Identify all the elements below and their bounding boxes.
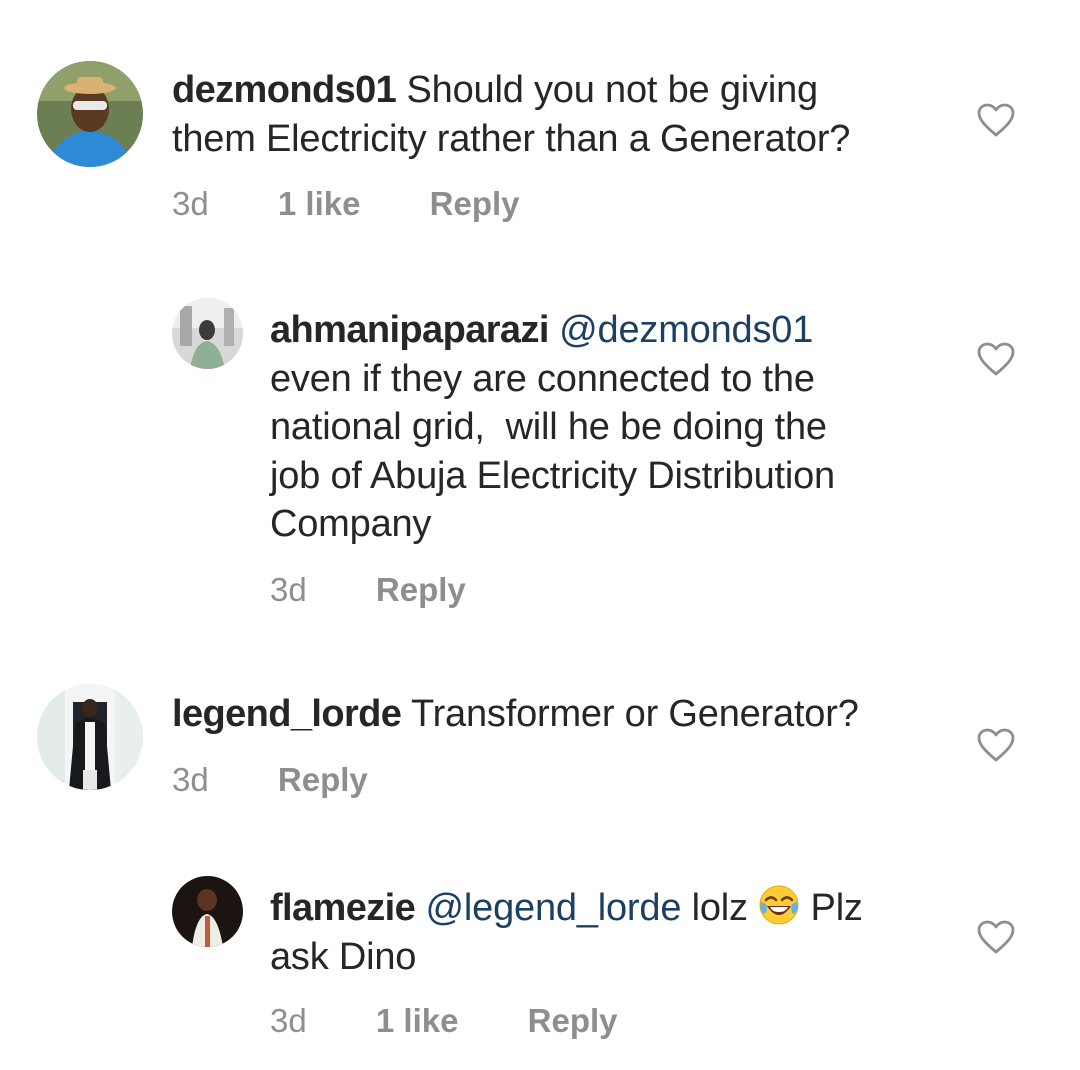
heart-icon[interactable]: [976, 919, 1016, 955]
comment-text: ahmanipaparazi @dezmonds01 even if they …: [270, 306, 950, 549]
heart-icon[interactable]: [976, 341, 1016, 377]
reply-button[interactable]: Reply: [528, 1001, 618, 1041]
comment-body-line1: even if they are connected to the: [270, 357, 815, 400]
comment-body-line3: job of Abuja Electricity Distribution: [270, 454, 835, 497]
avatar-legend-lorde[interactable]: [37, 684, 143, 790]
likes-count[interactable]: 1 like: [376, 1001, 459, 1041]
comment-meta: 3d 1 like Reply: [270, 1001, 618, 1041]
mention-link[interactable]: @legend_lorde: [426, 887, 682, 929]
username[interactable]: legend_lorde: [172, 693, 402, 735]
comment-body: Transformer or Generator?: [410, 693, 859, 735]
comment-text: flamezie @legend_lorde lolz Plz ask Dino: [270, 884, 960, 981]
avatar-dezmonds01[interactable]: [37, 61, 143, 167]
username[interactable]: dezmonds01: [172, 69, 397, 111]
avatar-flamezie[interactable]: [172, 876, 243, 947]
comment-meta: 3d 1 like Reply: [172, 184, 520, 224]
timestamp: 3d: [172, 185, 209, 222]
comment-body: Should you not be giving: [406, 69, 819, 111]
comment-text: legend_lorde Transformer or Generator?: [172, 690, 952, 739]
comment-body-line2: ask Dino: [270, 935, 417, 978]
reply-button[interactable]: Reply: [278, 760, 368, 800]
comment-meta: 3d Reply: [270, 570, 466, 610]
face-with-tears-of-joy-icon: [758, 884, 800, 926]
comment-body-line2: national grid, will he be doing the: [270, 406, 827, 448]
likes-count[interactable]: 1 like: [278, 184, 361, 224]
comment-text: dezmonds01 Should you not be giving them…: [172, 66, 932, 163]
timestamp: 3d: [270, 571, 307, 608]
avatar-ahmanipaparazi[interactable]: [172, 298, 243, 369]
reply-button[interactable]: Reply: [376, 570, 466, 610]
username[interactable]: ahmanipaparazi: [270, 309, 549, 351]
mention-link[interactable]: @dezmonds01: [559, 309, 813, 351]
heart-icon[interactable]: [976, 102, 1016, 138]
timestamp: 3d: [270, 1002, 307, 1039]
comment-body-line2: them Electricity rather than a Generator…: [172, 117, 851, 160]
username[interactable]: flamezie: [270, 887, 416, 929]
comment-body-line4: Company: [270, 503, 432, 545]
reply-button[interactable]: Reply: [430, 184, 520, 224]
comment-meta: 3d Reply: [172, 760, 368, 800]
timestamp: 3d: [172, 761, 209, 798]
comment-body: lolz: [691, 887, 748, 929]
comment-body-cont: Plz: [810, 887, 863, 929]
heart-icon[interactable]: [976, 727, 1016, 763]
